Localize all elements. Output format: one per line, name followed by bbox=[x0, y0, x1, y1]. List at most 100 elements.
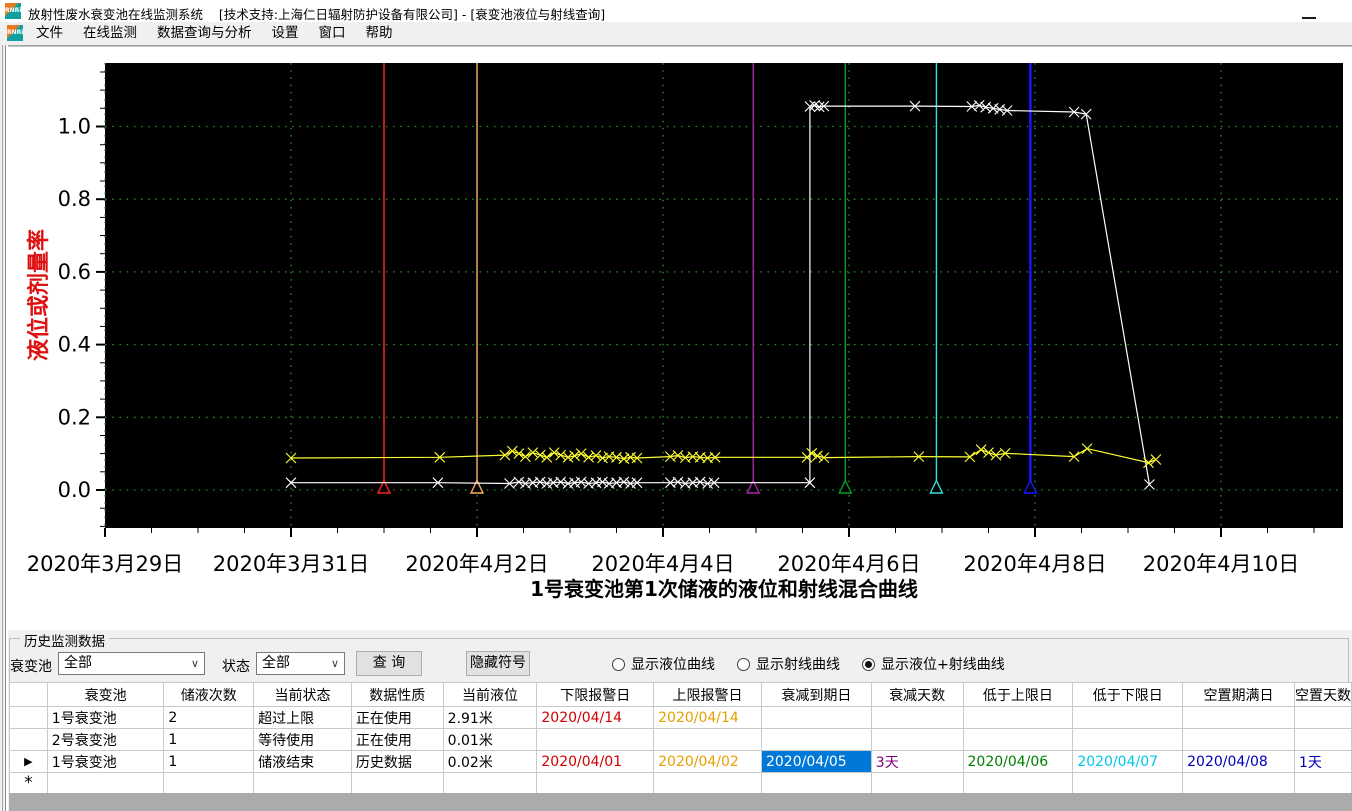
curve-radio-option[interactable]: 显示射线曲线 bbox=[737, 654, 840, 674]
menu-item[interactable]: 数据查询与分析 bbox=[147, 22, 262, 45]
table-cell[interactable]: 1号衰变池 bbox=[46, 706, 165, 729]
table-cell[interactable] bbox=[1072, 706, 1184, 729]
curve-radio-option[interactable]: 显示液位曲线 bbox=[612, 654, 715, 674]
table-cell[interactable]: 0.02米 bbox=[442, 750, 538, 773]
column-header[interactable]: 储液次数 bbox=[163, 682, 255, 707]
column-header[interactable]: 上限报警日 bbox=[653, 682, 762, 707]
table-cell[interactable]: 2020/04/05 bbox=[760, 750, 872, 773]
table-cell[interactable] bbox=[1072, 728, 1184, 751]
table-cell[interactable]: 2020/04/02 bbox=[653, 750, 762, 773]
column-header[interactable]: 低于下限日 bbox=[1072, 682, 1184, 707]
table-cell[interactable] bbox=[350, 772, 444, 794]
table-cell[interactable] bbox=[962, 772, 1074, 794]
table-cell[interactable]: 2020/04/01 bbox=[536, 750, 655, 773]
menu-item[interactable]: 在线监测 bbox=[73, 22, 147, 45]
chart-title: 1号衰变池第1次储液的液位和射线混合曲线 bbox=[530, 577, 918, 601]
table-cell[interactable]: 2020/04/06 bbox=[962, 750, 1074, 773]
table-cell[interactable] bbox=[962, 706, 1074, 729]
radio-checked-icon[interactable] bbox=[862, 657, 875, 671]
query-button[interactable]: 查 询 bbox=[356, 651, 422, 676]
row-selector[interactable] bbox=[9, 706, 48, 729]
table-cell[interactable] bbox=[760, 772, 872, 794]
table-cell[interactable]: 2 bbox=[163, 706, 255, 729]
x-tick-label: 2020年3月29日 bbox=[27, 552, 184, 576]
table-cell[interactable] bbox=[1293, 706, 1352, 729]
table-cell[interactable]: 1号衰变池 bbox=[46, 750, 165, 773]
table-cell[interactable]: 储液结束 bbox=[253, 750, 352, 773]
x-tick-label: 2020年3月31日 bbox=[213, 552, 370, 576]
table-cell[interactable] bbox=[653, 772, 762, 794]
column-header[interactable]: 下限报警日 bbox=[536, 682, 655, 707]
table-cell[interactable]: 等待使用 bbox=[253, 728, 352, 751]
column-header[interactable]: 衰减到期日 bbox=[760, 682, 872, 707]
table-cell[interactable] bbox=[536, 728, 655, 751]
menu-item[interactable]: 窗口 bbox=[309, 22, 356, 45]
chevron-down-icon: ∨ bbox=[190, 657, 199, 670]
table-cell[interactable]: 2020/04/08 bbox=[1182, 750, 1295, 773]
table-cell[interactable]: 正在使用 bbox=[350, 706, 444, 729]
pool-select[interactable]: 全部 ∨ bbox=[58, 652, 205, 675]
table-cell[interactable] bbox=[163, 772, 255, 794]
table-cell[interactable] bbox=[760, 728, 872, 751]
column-header[interactable]: 当前状态 bbox=[253, 682, 352, 707]
column-header[interactable]: 低于上限日 bbox=[962, 682, 1074, 707]
table-cell[interactable]: 正在使用 bbox=[350, 728, 444, 751]
table-cell[interactable] bbox=[1293, 772, 1352, 794]
table-cell[interactable]: 2020/04/14 bbox=[536, 706, 655, 729]
table-cell[interactable]: 2020/04/14 bbox=[653, 706, 762, 729]
table-cell[interactable] bbox=[1182, 772, 1295, 794]
hide-symbols-button[interactable]: 隐藏符号 bbox=[466, 651, 530, 676]
column-header[interactable]: 当前液位 bbox=[442, 682, 538, 707]
table-cell[interactable]: 2号衰变池 bbox=[46, 728, 165, 751]
status-label: 状态 bbox=[222, 659, 250, 675]
status-select-value: 全部 bbox=[262, 655, 290, 671]
mdi-child-icon[interactable]: RNRi bbox=[7, 25, 23, 41]
table-cell[interactable]: 3天 bbox=[870, 750, 964, 773]
table-cell[interactable]: 2.91米 bbox=[442, 706, 538, 729]
table-cell[interactable]: 1天 bbox=[1293, 750, 1352, 773]
curve-radio-option[interactable]: 显示液位+射线曲线 bbox=[862, 654, 1005, 674]
table-cell[interactable] bbox=[442, 772, 538, 794]
table-cell[interactable] bbox=[253, 772, 352, 794]
minimize-button[interactable] bbox=[1301, 8, 1317, 20]
column-header[interactable]: 空置期满日 bbox=[1182, 682, 1295, 707]
table-cell[interactable]: 超过上限 bbox=[253, 706, 352, 729]
radio-icon[interactable] bbox=[737, 657, 750, 671]
row-selector-header[interactable] bbox=[9, 682, 48, 707]
menu-bar: RNRi 文件 在线监测 数据查询与分析 设置 窗口 帮助 bbox=[0, 22, 1352, 45]
column-header[interactable]: 衰变池 bbox=[46, 682, 165, 707]
radio-icon[interactable] bbox=[612, 657, 625, 671]
table-cell[interactable] bbox=[1182, 706, 1295, 729]
row-selector[interactable] bbox=[9, 728, 48, 751]
column-header[interactable]: 衰减天数 bbox=[870, 682, 964, 707]
table-cell[interactable] bbox=[1293, 728, 1352, 751]
column-header[interactable]: 空置天数 bbox=[1293, 682, 1352, 707]
table-cell[interactable]: 2020/04/07 bbox=[1072, 750, 1184, 773]
pool-label: 衰变池 bbox=[10, 659, 52, 675]
window-title: 放射性废水衰变池在线监测系统 [技术支持:上海仁日辐射防护设备有限公司] - [… bbox=[28, 7, 606, 22]
table-cell[interactable] bbox=[653, 728, 762, 751]
y-tick-label: 0.2 bbox=[58, 405, 91, 429]
table-cell[interactable] bbox=[870, 706, 964, 729]
table-cell[interactable] bbox=[46, 772, 165, 794]
table-cell[interactable] bbox=[870, 772, 964, 794]
table-cell[interactable] bbox=[760, 706, 872, 729]
minimize-icon bbox=[1302, 17, 1316, 19]
menu-item[interactable]: 设置 bbox=[262, 22, 309, 45]
status-select[interactable]: 全部 ∨ bbox=[256, 652, 345, 675]
table-cell[interactable] bbox=[1072, 772, 1184, 794]
table-cell[interactable] bbox=[962, 728, 1074, 751]
table-cell[interactable]: 0.01米 bbox=[442, 728, 538, 751]
table-cell[interactable] bbox=[536, 772, 655, 794]
new-row-indicator[interactable]: * bbox=[9, 772, 48, 794]
column-header[interactable]: 数据性质 bbox=[350, 682, 444, 707]
menu-item[interactable]: 帮助 bbox=[356, 22, 403, 45]
table-cell[interactable]: 历史数据 bbox=[350, 750, 444, 773]
table-cell[interactable] bbox=[1182, 728, 1295, 751]
current-row-indicator[interactable]: ▶ bbox=[9, 750, 48, 773]
x-tick-label: 2020年4月6日 bbox=[777, 552, 920, 576]
menu-item[interactable]: 文件 bbox=[26, 22, 73, 45]
table-cell[interactable]: 1 bbox=[163, 750, 255, 773]
table-cell[interactable] bbox=[870, 728, 964, 751]
table-cell[interactable]: 1 bbox=[163, 728, 255, 751]
